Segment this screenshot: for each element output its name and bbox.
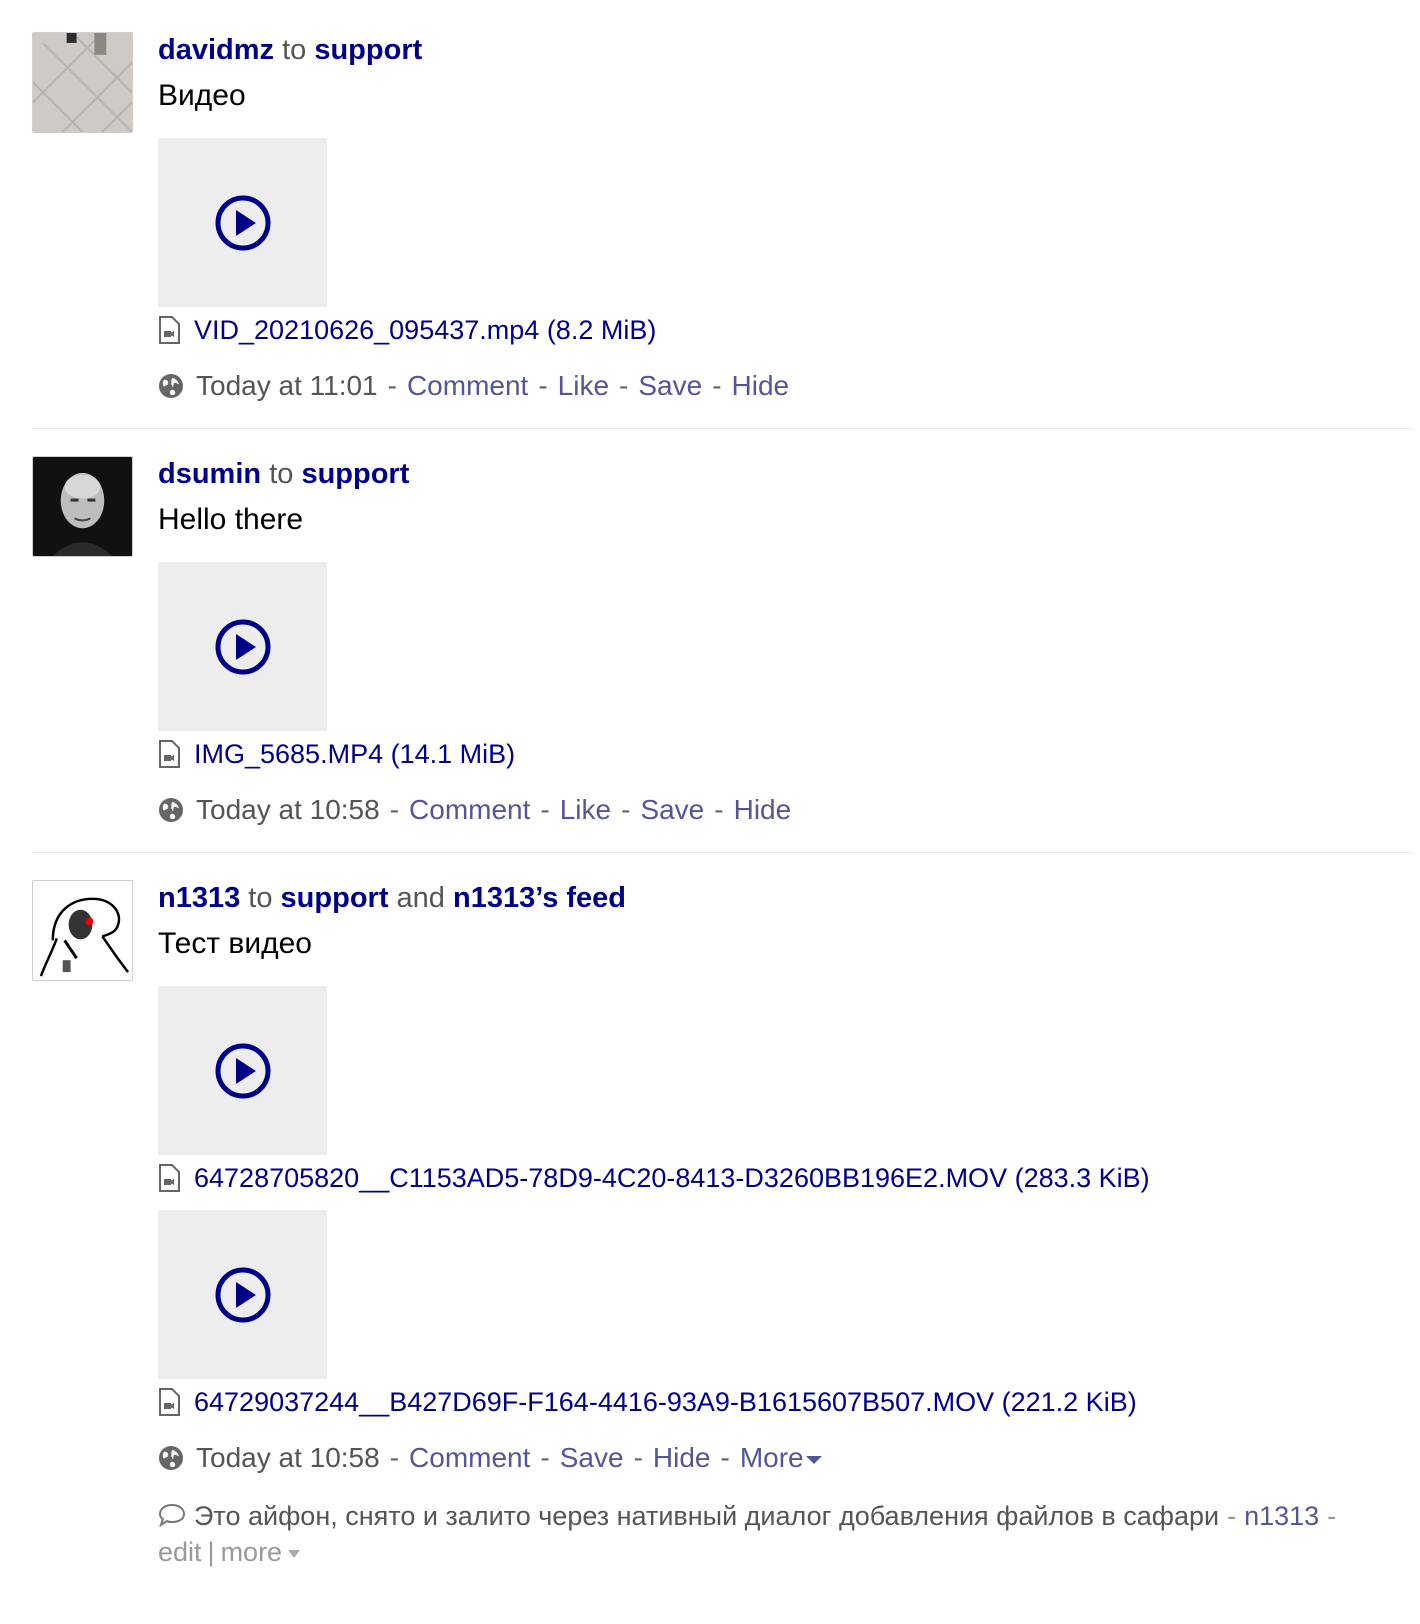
comment-action[interactable]: Comment — [407, 370, 528, 402]
post-footer: Today at 11:01 - Comment - Like - Save - Hid… — [158, 368, 1408, 404]
video-file-icon — [158, 1164, 180, 1192]
play-icon — [215, 195, 271, 251]
like-action[interactable]: Like — [558, 370, 609, 402]
file-name: IMG_5685.MP4 — [194, 738, 384, 769]
avatar[interactable] — [32, 880, 133, 981]
globe-icon — [158, 797, 184, 823]
file-size: (14.1 MiB) — [390, 738, 516, 769]
attachment-link[interactable]: 64728705820__C1153AD5-78D9-4C20-8413-D32… — [194, 1163, 1150, 1194]
globe-icon — [158, 373, 184, 399]
video-thumbnail[interactable] — [158, 986, 327, 1155]
timestamp-link[interactable]: Today at 11:01 — [196, 370, 378, 402]
timestamp-link[interactable]: Today at 10:58 — [196, 1442, 380, 1474]
file-size: (8.2 MiB) — [546, 314, 657, 345]
to-word: to — [248, 882, 273, 914]
to-word: to — [269, 458, 294, 490]
post-header: davidmz to support — [158, 32, 1408, 68]
author-link[interactable]: n1313 — [158, 882, 240, 914]
save-action[interactable]: Save — [638, 370, 702, 402]
file-name: 64728705820__C1153AD5-78D9-4C20-8413-D32… — [194, 1162, 1008, 1193]
comment-action[interactable]: Comment — [409, 1442, 530, 1474]
file-name: VID_20210626_095437.mp4 — [194, 314, 540, 345]
file-size: (283.3 KiB) — [1014, 1162, 1150, 1193]
to-word: to — [282, 34, 307, 66]
hide-action[interactable]: Hide — [653, 1442, 711, 1474]
post-body: Тест видео — [158, 927, 312, 960]
comment-author-link[interactable]: n1313 — [1244, 1501, 1319, 1531]
play-icon — [215, 619, 271, 675]
comment-bubble-icon — [158, 1503, 186, 1527]
attachment-file: 64728705820__C1153AD5-78D9-4C20-8413-D32… — [158, 1160, 1408, 1196]
comment-edit-link[interactable]: edit — [158, 1537, 202, 1567]
post: dsumin to support Hello there IMG_5685.M… — [32, 456, 1412, 853]
hide-action[interactable]: Hide — [734, 794, 792, 826]
attachment-link[interactable]: 64729037244__B427D69F-F164-4416-93A9-B16… — [194, 1387, 1137, 1418]
save-action[interactable]: Save — [560, 1442, 624, 1474]
target-feed-link[interactable]: support — [314, 34, 422, 66]
author-link[interactable]: davidmz — [158, 34, 274, 66]
avatar-image-dsumin — [33, 457, 132, 556]
play-icon — [215, 1043, 271, 1099]
comment: Это айфон, снято и залито через нативный… — [158, 1501, 1337, 1567]
video-thumbnail[interactable] — [158, 1210, 327, 1379]
caret-down-icon — [805, 1455, 822, 1464]
attachment-link[interactable]: VID_20210626_095437.mp4 (8.2 MiB) — [194, 315, 656, 346]
attachment-link[interactable]: IMG_5685.MP4 (14.1 MiB) — [194, 739, 515, 770]
attachment-file: 64729037244__B427D69F-F164-4416-93A9-B16… — [158, 1384, 1408, 1420]
avatar[interactable] — [32, 456, 133, 557]
post: davidmz to support Видео VID_20210626_09… — [32, 32, 1412, 429]
globe-icon — [158, 1445, 184, 1471]
more-action[interactable]: More — [740, 1442, 822, 1474]
file-name: 64729037244__B427D69F-F164-4416-93A9-B16… — [194, 1386, 995, 1417]
video-attachment: 64728705820__C1153AD5-78D9-4C20-8413-D32… — [158, 986, 1408, 1196]
comment-text: Это айфон, снято и залито через нативный… — [194, 1501, 1220, 1531]
video-file-icon — [158, 740, 180, 768]
file-size: (221.2 KiB) — [1001, 1386, 1137, 1417]
more-label: More — [739, 1442, 804, 1473]
hide-action[interactable]: Hide — [732, 370, 790, 402]
timestamp-link[interactable]: Today at 10:58 — [196, 794, 380, 826]
target-feed-link[interactable]: support — [301, 458, 409, 490]
target-feed-link-2[interactable]: n1313’s feed — [453, 882, 626, 914]
author-link[interactable]: dsumin — [158, 458, 261, 490]
like-action[interactable]: Like — [560, 794, 611, 826]
save-action[interactable]: Save — [640, 794, 704, 826]
video-thumbnail[interactable] — [158, 138, 327, 307]
post-body: Hello there — [158, 503, 304, 536]
comment-more-link[interactable]: more — [221, 1537, 301, 1567]
video-file-icon — [158, 1388, 180, 1416]
video-attachment: 64729037244__B427D69F-F164-4416-93A9-B16… — [158, 1210, 1408, 1420]
video-attachment: VID_20210626_095437.mp4 (8.2 MiB) — [158, 138, 1408, 348]
play-icon — [215, 1267, 271, 1323]
post-header: dsumin to support — [158, 456, 1408, 492]
comment-action[interactable]: Comment — [409, 794, 530, 826]
post-header: n1313 to support and n1313’s feed — [158, 880, 1408, 916]
avatar[interactable] — [32, 32, 133, 133]
attachment-file: VID_20210626_095437.mp4 (8.2 MiB) — [158, 312, 1408, 348]
target-feed-link[interactable]: support — [281, 882, 389, 914]
post-footer: Today at 10:58 - Comment - Save - Hide - Mor… — [158, 1440, 1408, 1476]
avatar-image-n1313 — [33, 881, 132, 980]
post-body: Видео — [158, 79, 246, 112]
video-thumbnail[interactable] — [158, 562, 327, 731]
comment-more-label: more — [220, 1537, 283, 1567]
avatar-image-davidmz — [33, 33, 132, 132]
post: n1313 to support and n1313’s feed Тест в… — [32, 880, 1412, 1580]
and-word: and — [396, 882, 445, 914]
video-attachment: IMG_5685.MP4 (14.1 MiB) — [158, 562, 1408, 772]
post-footer: Today at 10:58 - Comment - Like - Save - Hid… — [158, 792, 1408, 828]
attachment-file: IMG_5685.MP4 (14.1 MiB) — [158, 736, 1408, 772]
caret-down-icon — [288, 1549, 301, 1558]
video-file-icon — [158, 316, 180, 344]
